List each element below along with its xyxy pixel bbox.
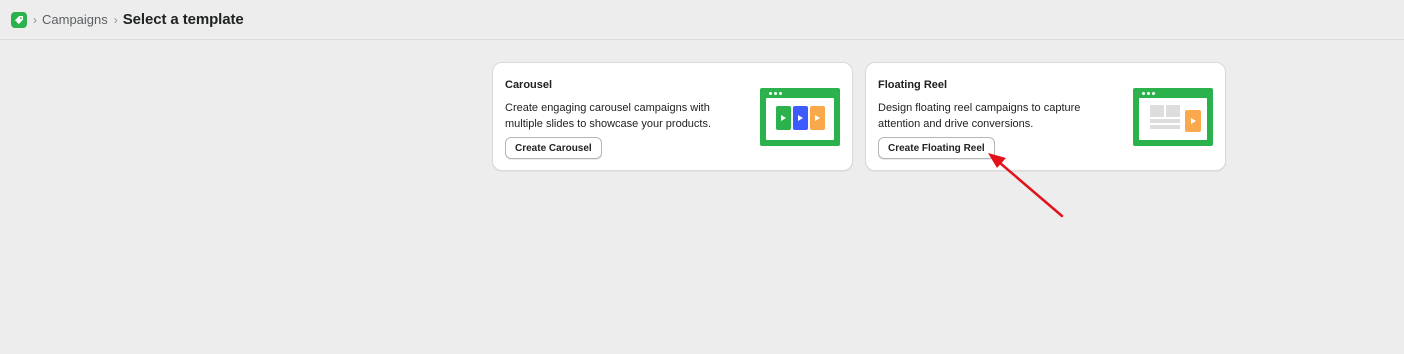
annotation-arrow [988,153,1064,218]
